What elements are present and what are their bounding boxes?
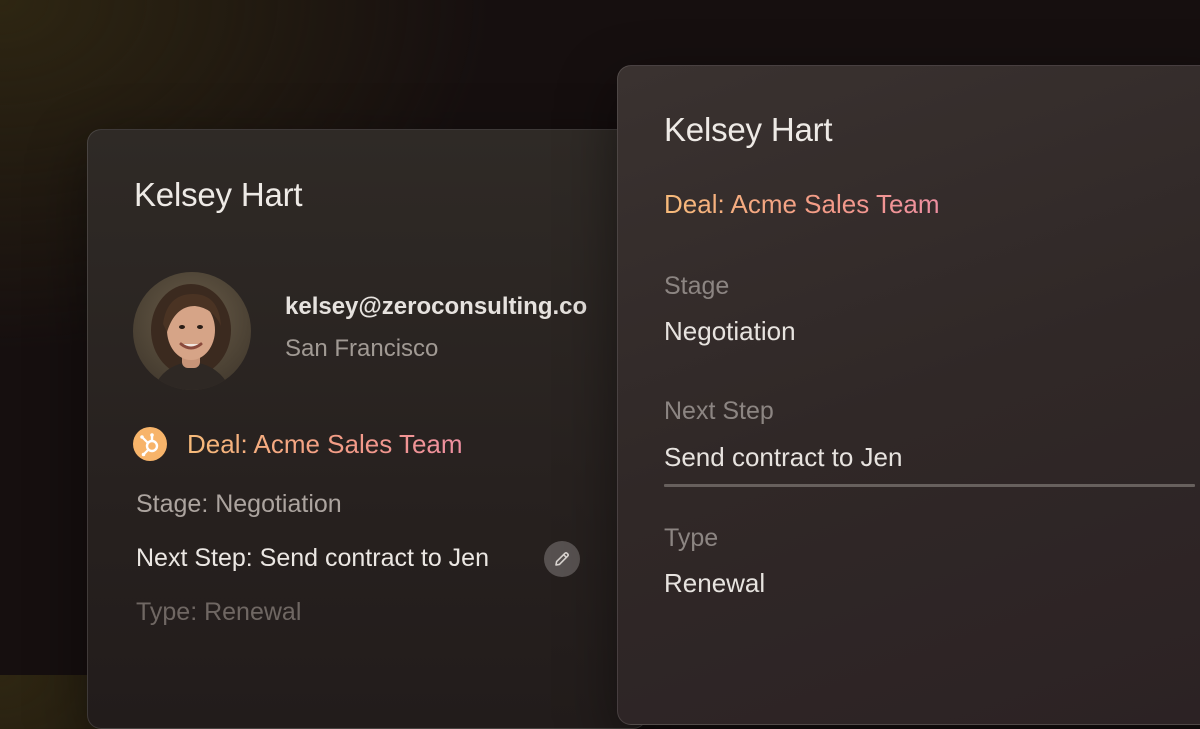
pencil-icon bbox=[555, 552, 569, 566]
stage-value[interactable]: Negotiation bbox=[664, 316, 796, 347]
type-value[interactable]: Renewal bbox=[664, 568, 765, 599]
contact-card-compact: Kelsey Hart kelsey@zeroconsulting.co San… bbox=[87, 129, 647, 729]
contact-email[interactable]: kelsey@zeroconsulting.co bbox=[285, 293, 587, 321]
hubspot-icon bbox=[133, 427, 167, 461]
input-underline bbox=[664, 484, 1195, 487]
avatar bbox=[133, 272, 251, 390]
contact-name: Kelsey Hart bbox=[134, 176, 303, 213]
deal-detail-card: Kelsey Hart Deal: Acme Sales Team Stage … bbox=[617, 65, 1200, 725]
deal-type: Type: Renewal bbox=[136, 598, 302, 626]
stage-label: Stage bbox=[664, 272, 730, 300]
deal-next-step: Next Step: Send contract to Jen bbox=[136, 544, 489, 572]
avatar-portrait bbox=[151, 284, 231, 390]
next-step-input[interactable]: Send contract to Jen bbox=[664, 442, 902, 473]
type-label: Type bbox=[664, 524, 719, 552]
contact-name: Kelsey Hart bbox=[664, 111, 833, 148]
deal-name[interactable]: Deal: Acme Sales Team bbox=[664, 189, 940, 220]
edit-next-step-button[interactable] bbox=[544, 541, 580, 577]
deal-stage: Stage: Negotiation bbox=[136, 490, 342, 518]
contact-city: San Francisco bbox=[285, 335, 439, 362]
next-step-label: Next Step bbox=[664, 397, 774, 425]
deal-name[interactable]: Deal: Acme Sales Team bbox=[187, 429, 463, 460]
